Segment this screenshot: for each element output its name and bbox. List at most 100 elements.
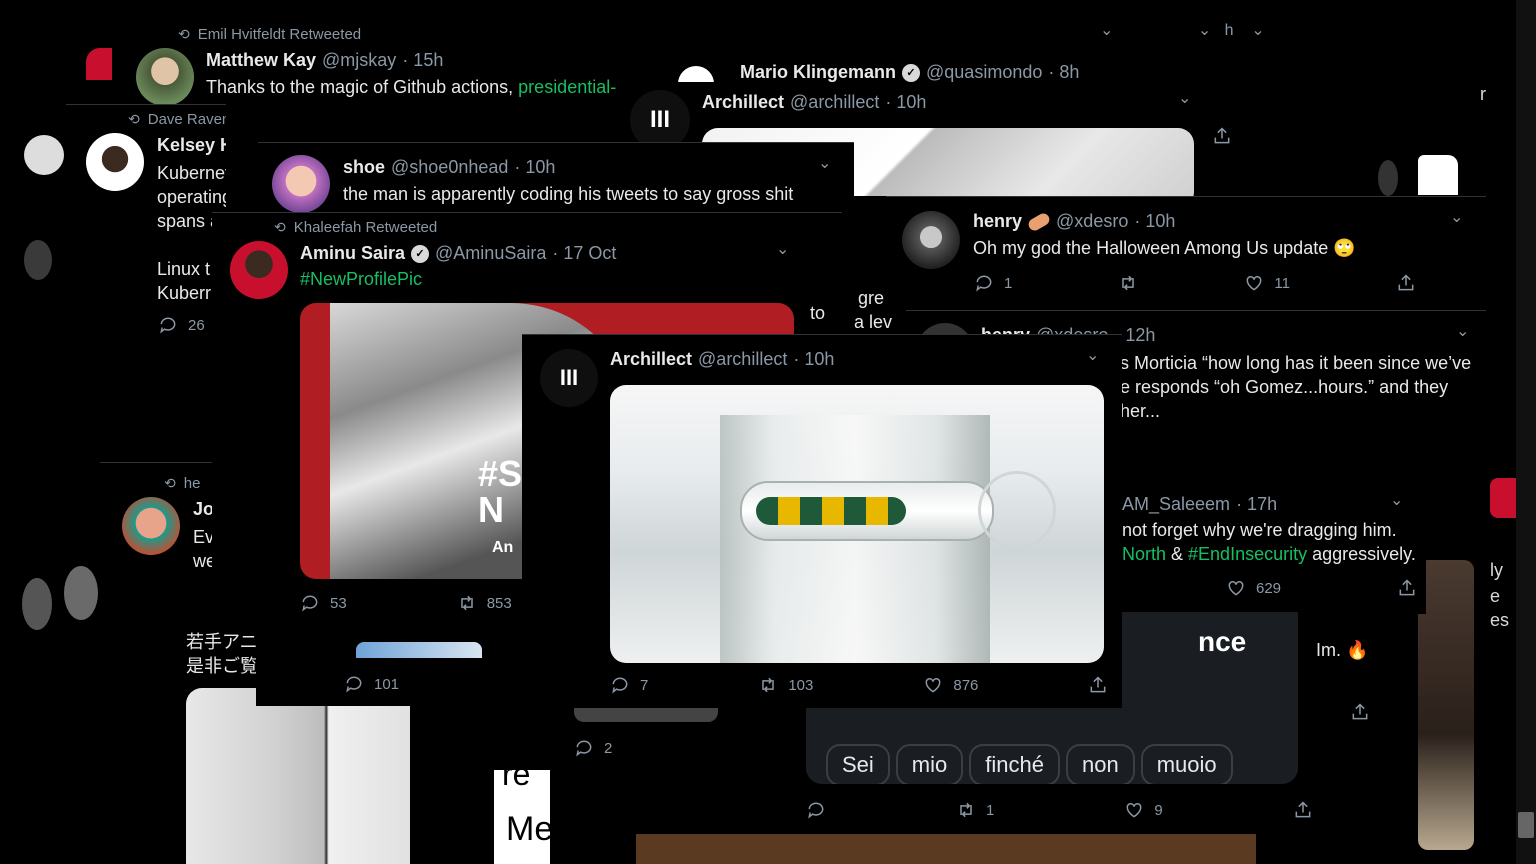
share-icon[interactable] — [1212, 126, 1232, 151]
author-handle[interactable]: @quasimondo — [926, 62, 1042, 83]
share-icon — [1399, 579, 1415, 596]
reply-button[interactable]: 7 — [610, 675, 648, 695]
reply-icon — [160, 317, 176, 334]
tweet-fragment-bottom[interactable]: 2 — [494, 708, 718, 768]
retweet-icon: ⟲ — [274, 219, 286, 235]
share-icon[interactable] — [1350, 702, 1370, 727]
retweet-button[interactable]: 103 — [758, 675, 813, 695]
hashtag-link[interactable]: North — [1122, 544, 1166, 564]
avatar[interactable] — [230, 241, 288, 299]
author-name[interactable]: Mario Klingemann — [740, 62, 896, 83]
tweet-jo[interactable]: ⟲ he Jo Ev we — [100, 462, 220, 618]
capsule-tube — [740, 481, 994, 541]
author-handle[interactable]: @archillect — [698, 349, 787, 370]
like-count: 11 — [1274, 274, 1290, 292]
reply-button[interactable]: 1 — [974, 273, 1012, 293]
verified-icon: ✓ — [411, 244, 430, 263]
reply-button[interactable]: 53 — [300, 593, 347, 613]
bg-dark-avatar-right — [1378, 160, 1398, 196]
chevron-down-icon[interactable]: ⌄ — [1390, 490, 1403, 510]
tweet-time[interactable]: · 10h — [514, 157, 555, 178]
avatar[interactable]: III — [540, 349, 598, 407]
chevron-down-icon[interactable]: ⌄ — [818, 153, 831, 173]
author-name[interactable]: Matthew Kay — [206, 50, 316, 71]
tweet-image[interactable] — [356, 642, 482, 658]
chevron-down-icon[interactable]: ⌄ — [1456, 321, 1469, 341]
author-handle[interactable]: @archillect — [790, 92, 879, 113]
chevron-down-icon[interactable]: ⌄ — [776, 239, 789, 259]
reply-button[interactable] — [806, 800, 826, 820]
retweet-count: 1 — [986, 801, 995, 819]
author-name[interactable]: shoe — [343, 157, 385, 178]
author-handle[interactable]: @shoe0nhead — [391, 157, 508, 178]
author-name[interactable]: Archillect — [610, 349, 692, 370]
author-handle[interactable]: @mjskay — [322, 50, 396, 71]
reply-button[interactable]: 26 — [158, 315, 205, 335]
reply-count: 53 — [330, 594, 347, 612]
chevron-down-icon[interactable]: ⌄ — [1178, 88, 1191, 108]
tweet-archillect-main[interactable]: III Archillect @archillect · 10h ⌄ 7 103… — [522, 334, 1122, 708]
reply-button[interactable]: 101 — [344, 674, 399, 694]
tweet-kelsey[interactable]: ⟲ Dave Raven Retweeted Kelsey High Kubern… — [66, 104, 226, 350]
tweet-henry[interactable]: henry @xdesro · 10h ⌄ Oh my god the Hall… — [886, 196, 1486, 308]
tweet-time[interactable]: · 10h — [885, 92, 926, 113]
tweet-time[interactable]: · 10h — [1134, 211, 1175, 232]
word-chip: Sei — [826, 744, 890, 784]
avatar[interactable] — [136, 48, 194, 104]
tweet-shoe[interactable]: shoe @shoe0nhead · 10h ⌄ the man is appa… — [258, 142, 854, 212]
tweet-text-line: North & #EndInsecurity aggressively. — [1122, 544, 1416, 564]
scrollbar-thumb[interactable] — [1518, 812, 1534, 838]
share-button[interactable] — [1397, 578, 1417, 598]
share-button[interactable] — [1088, 675, 1108, 695]
author-name[interactable]: henry — [973, 211, 1022, 232]
author-handle[interactable]: AM_Saleeem — [1122, 494, 1230, 515]
author-name[interactable]: Jo — [193, 499, 214, 520]
retweet-button[interactable]: 853 — [457, 593, 512, 613]
bg-avatar-fragment-left4 — [64, 566, 98, 620]
tweet-matthew-kay[interactable]: ⟲ Emil Hvitfeldt Retweeted Matthew Kay @m… — [116, 14, 636, 104]
author-name[interactable]: Archillect — [702, 92, 784, 113]
tweet-time[interactable]: · 15h — [402, 50, 443, 71]
bg-avatar-fragment-left2 — [24, 240, 52, 280]
text-fragment: re — [502, 770, 531, 792]
author-name[interactable]: Kelsey High — [157, 135, 226, 156]
retweeted-by: Khaleefah Retweeted — [293, 219, 438, 236]
avatar[interactable]: III — [630, 90, 690, 150]
tweet-time[interactable]: · 17h — [1236, 494, 1277, 515]
chevron-down-icon[interactable]: ⌄ — [1086, 345, 1099, 365]
author-handle[interactable]: @xdesro — [1056, 211, 1128, 232]
hashtag-link[interactable]: #NewProfilePic — [300, 267, 422, 291]
tweet-image[interactable] — [186, 688, 410, 864]
word-chip: mio — [895, 744, 964, 784]
author-name[interactable]: Aminu Saira — [300, 243, 405, 264]
tweet-time[interactable]: · 17 Oct — [552, 243, 616, 264]
reply-count: 7 — [640, 676, 649, 694]
share-button[interactable] — [1293, 800, 1313, 820]
avatar[interactable] — [86, 133, 144, 191]
tweet-image[interactable] — [574, 708, 718, 722]
avatar[interactable] — [272, 155, 330, 212]
like-button[interactable]: 11 — [1244, 273, 1290, 293]
author-handle[interactable]: @AminuSaira — [435, 243, 546, 264]
tweet-image[interactable] — [610, 385, 1104, 663]
scrollbar[interactable] — [1516, 0, 1536, 864]
bg-white-box-right — [1418, 155, 1458, 195]
tweet-time[interactable]: · 10h — [793, 349, 834, 370]
retweet-button[interactable]: 1 — [956, 800, 994, 820]
avatar[interactable] — [122, 497, 180, 555]
reply-button[interactable]: 2 — [574, 738, 612, 758]
share-button[interactable] — [1396, 273, 1416, 293]
hashtag-link[interactable]: #EndInsecurity — [1188, 544, 1307, 564]
chevron-down-icon[interactable]: ⌄ — [1450, 207, 1463, 227]
like-button[interactable]: 629 — [1226, 578, 1281, 598]
retweet-button[interactable] — [1118, 273, 1138, 293]
avatar[interactable] — [902, 211, 960, 269]
like-button[interactable]: 876 — [923, 675, 978, 695]
text-fragment-gre: gre — [858, 288, 885, 308]
tweet-time[interactable]: · 8h — [1048, 62, 1079, 83]
tweet-text: Oh my god the Halloween Among Us update … — [973, 238, 1356, 258]
like-button[interactable]: 9 — [1124, 800, 1163, 820]
tweet-saleeem[interactable]: AM_Saleeem · 17h ⌄ not forget why we're … — [1116, 484, 1426, 614]
share-icon — [1090, 676, 1106, 693]
tweet-link[interactable]: presidential- — [518, 77, 616, 97]
